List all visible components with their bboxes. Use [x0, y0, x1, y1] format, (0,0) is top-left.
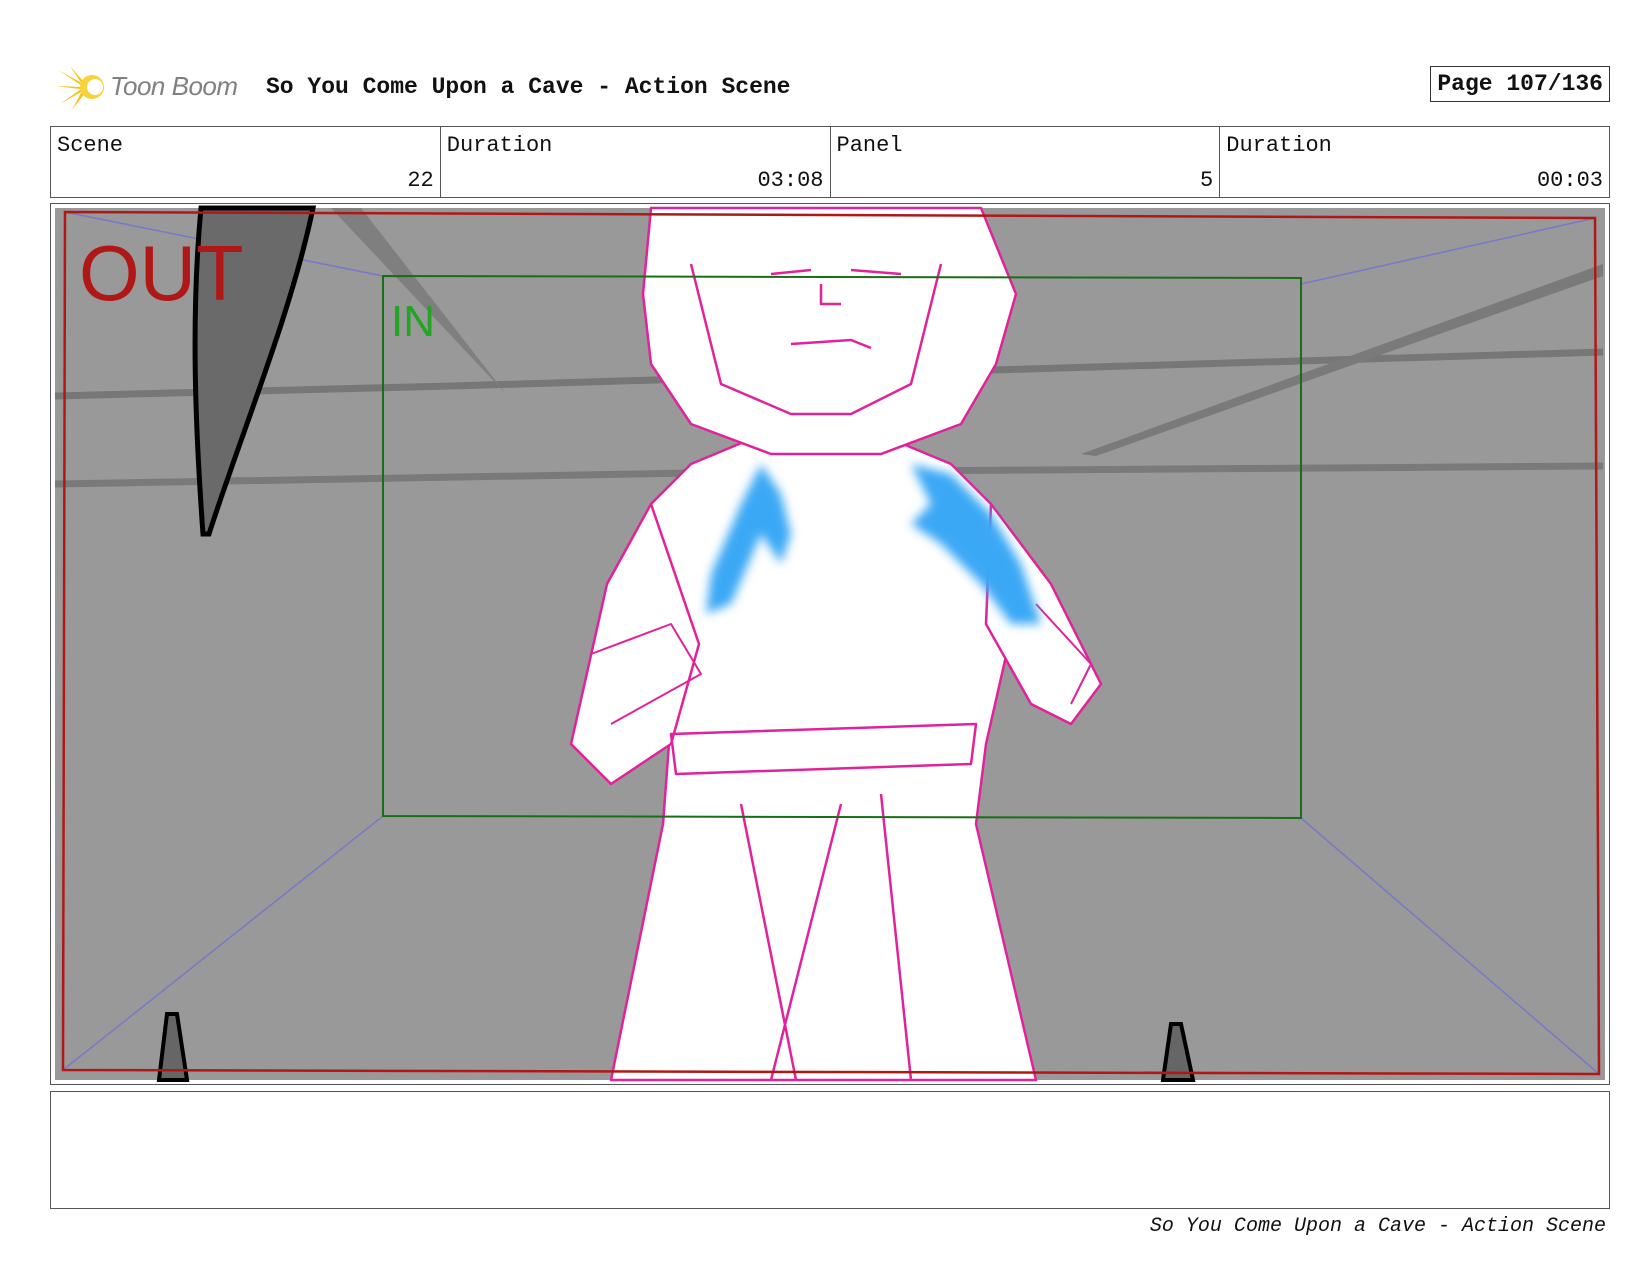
storyboard-panel: OUT IN — [50, 203, 1610, 1085]
scene-duration-value: 03:08 — [757, 168, 824, 193]
scene-duration-label: Duration — [446, 133, 553, 158]
panel-value: 5 — [1200, 168, 1214, 193]
toon-boom-logo: Toon Boom — [54, 62, 254, 112]
in-label: IN — [391, 297, 435, 346]
scene-info-bar: Scene 22 Duration 03:08 Panel 5 Duration… — [50, 126, 1610, 198]
panel-cell: Panel 5 — [831, 127, 1221, 197]
panel-duration-value: 00:03 — [1536, 168, 1603, 193]
document-title: So You Come Upon a Cave - Action Scene — [266, 74, 791, 100]
scene-value: 22 — [407, 168, 434, 193]
footer-title: So You Come Upon a Cave - Action Scene — [1149, 1215, 1606, 1238]
scene-duration-cell: Duration 03:08 — [441, 127, 831, 197]
page-header: Toon Boom So You Come Upon a Cave - Acti… — [50, 58, 1610, 114]
scene-cell: Scene 22 — [51, 127, 441, 197]
panel-drawing: OUT IN — [54, 205, 1605, 1082]
panel-notes-area — [50, 1091, 1610, 1209]
panel-duration-label: Duration — [1226, 133, 1332, 158]
page-number: Page 107/136 — [1430, 66, 1610, 102]
scene-label: Scene — [57, 133, 124, 158]
out-label: OUT — [79, 229, 244, 317]
panel-duration-cell: Duration 00:03 — [1220, 127, 1609, 197]
starburst-icon — [56, 66, 104, 110]
panel-label: Panel — [836, 133, 903, 158]
logo-text: Toon Boom — [110, 71, 238, 101]
